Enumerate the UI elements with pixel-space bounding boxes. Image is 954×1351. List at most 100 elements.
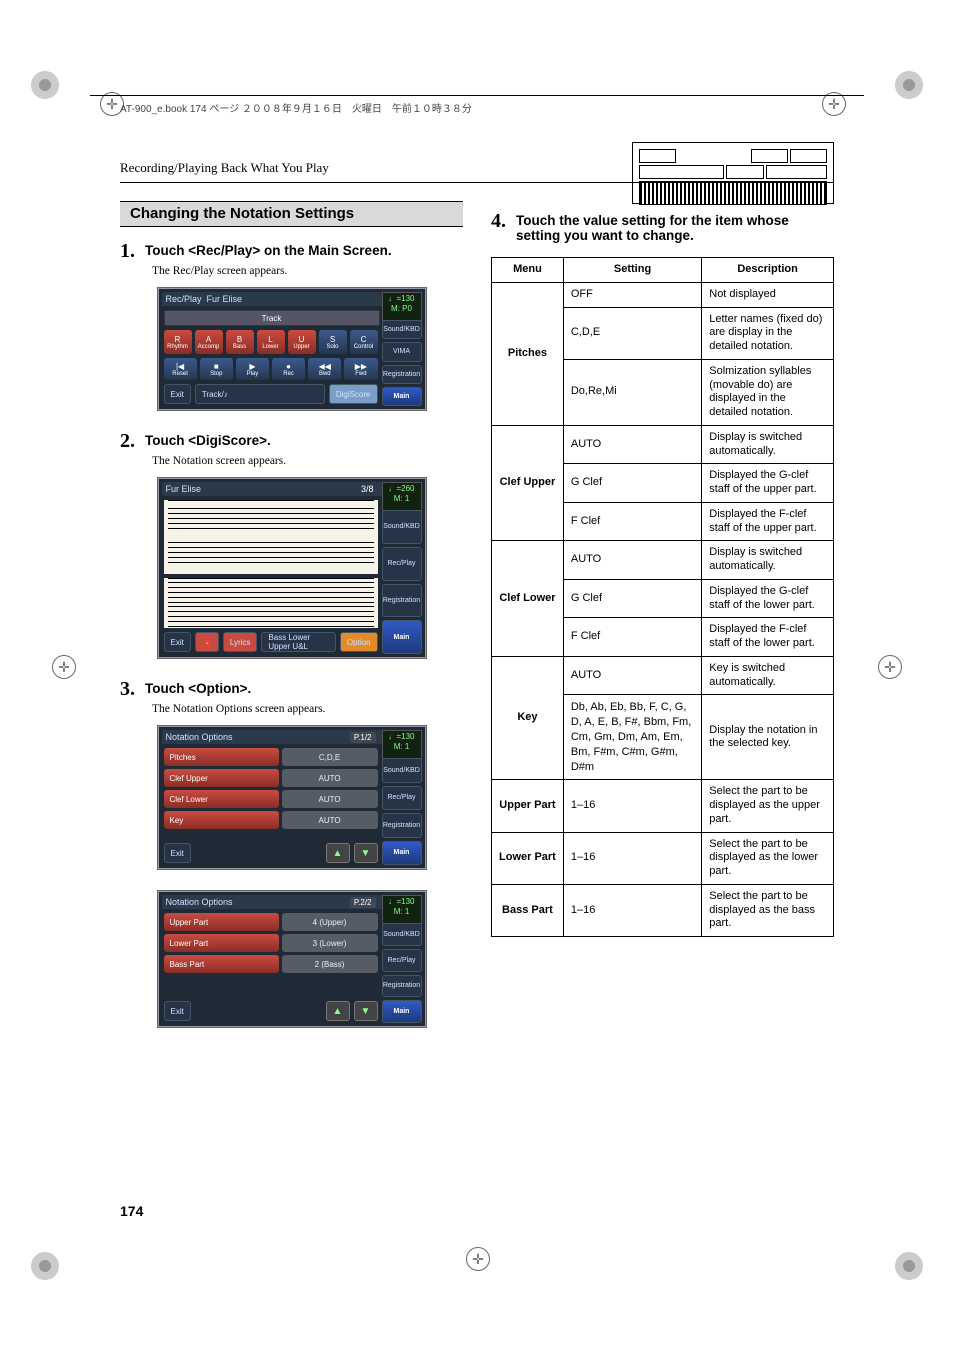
crop-mark [30, 1251, 60, 1281]
description-cell: Select the part to be displayed as the u… [702, 780, 834, 832]
side-btn: Rec/Play [382, 949, 422, 972]
option-label: Key [164, 811, 279, 829]
ui2-option: Option [340, 632, 378, 652]
ui2-exit: Exit [164, 632, 191, 652]
ui1-measure: M: P0 [391, 304, 412, 313]
step-number: 3. [120, 679, 135, 699]
setting-cell: 1–16 [563, 780, 701, 832]
setting-cell: 1–16 [563, 884, 701, 936]
menu-cell: Bass Part [492, 884, 564, 936]
menu-cell: Lower Part [492, 832, 564, 884]
ui4-tempo: ♩=130 [388, 897, 414, 906]
description-cell: Solmization syllables (movable do) are d… [702, 359, 834, 425]
transport-btn: ●Rec [272, 358, 305, 380]
option-value: AUTO [282, 811, 378, 829]
side-btn: Sound/KBD [382, 758, 422, 783]
table-row: Clef UpperAUTODisplay is switched automa… [492, 425, 834, 464]
side-btn: Registration [382, 813, 422, 838]
setting-cell: C,D,E [563, 307, 701, 359]
header-rule [90, 95, 864, 96]
col-menu: Menu [492, 258, 564, 283]
track-tile: RRhythm [164, 330, 192, 354]
track-tile: BBass [226, 330, 254, 354]
ui2-lyrics: Lyrics [223, 632, 258, 652]
ui1-track-btn: Track/♪ [195, 384, 325, 404]
step3-heading: Touch <Option>. [145, 681, 251, 696]
description-cell: Displayed the F-clef staff of the lower … [702, 618, 834, 657]
side-btn: Main [382, 387, 422, 406]
track-tile: LLower [257, 330, 285, 354]
table-row: Clef LowerAUTODisplay is switched automa… [492, 541, 834, 580]
description-cell: Display is switched automatically. [702, 541, 834, 580]
step-number: 1. [120, 241, 135, 261]
description-cell: Select the part to be displayed as the l… [702, 832, 834, 884]
menu-cell: Clef Lower [492, 541, 564, 657]
option-value: C,D,E [282, 748, 378, 766]
crop-mark [894, 70, 924, 100]
option-label: Clef Upper [164, 769, 279, 787]
page-number: 174 [120, 1203, 143, 1219]
option-value: AUTO [282, 790, 378, 808]
step-number: 4. [491, 211, 506, 231]
option-label: Clef Lower [164, 790, 279, 808]
step2-heading: Touch <DigiScore>. [145, 433, 271, 448]
side-btn: Main [382, 841, 422, 866]
header-divider [120, 182, 834, 183]
ui1-title: Rec/Play [166, 294, 202, 304]
registration-mark [52, 655, 76, 679]
transport-btn: ▶Play [236, 358, 269, 380]
setting-cell: OFF [563, 282, 701, 307]
ui2-counter: 3/8 [361, 484, 374, 494]
track-tile: UUpper [288, 330, 316, 354]
section-title: Changing the Notation Settings [120, 201, 463, 227]
menu-cell: Upper Part [492, 780, 564, 832]
transport-btn: ■Stop [200, 358, 233, 380]
running-head: Recording/Playing Back What You Play [120, 160, 834, 176]
option-value: AUTO [282, 769, 378, 787]
col-description: Description [702, 258, 834, 283]
option-label: Lower Part [164, 934, 279, 952]
up-arrow-icon: ▲ [326, 1001, 350, 1021]
setting-cell: AUTO [563, 425, 701, 464]
ui2-parts: Bass Lower Upper U&L [261, 632, 336, 652]
crop-mark [894, 1251, 924, 1281]
ui4-measure: M: 1 [394, 907, 410, 916]
ui3-title: Notation Options [166, 732, 233, 742]
menu-cell: Clef Upper [492, 425, 564, 541]
option-value: 3 (Lower) [282, 934, 378, 952]
ui1-digiscore-btn: DigiScore [329, 384, 378, 404]
table-row: Bass Part1–16Select the part to be displ… [492, 884, 834, 936]
setting-cell: G Clef [563, 579, 701, 618]
description-cell: Displayed the F-clef staff of the upper … [702, 502, 834, 541]
option-label: Bass Part [164, 955, 279, 973]
ui1-trackbar: Track [164, 310, 380, 326]
side-btn: Rec/Play [382, 547, 422, 581]
side-btn: Registration [382, 975, 422, 998]
step3-subtext: The Notation Options screen appears. [152, 703, 463, 715]
transport-btn: |◀Reset [164, 358, 197, 380]
notation-options-table: Menu Setting Description PitchesOFFNot d… [491, 257, 834, 937]
description-cell: Key is switched automatically. [702, 656, 834, 695]
table-row: PitchesOFFNot displayed [492, 282, 834, 307]
side-btn: Sound/KBD [382, 320, 422, 339]
description-cell: Select the part to be displayed as the b… [702, 884, 834, 936]
option-label: Pitches [164, 748, 279, 766]
side-btn: Rec/Play [382, 786, 422, 811]
side-btn: Main [382, 1000, 422, 1023]
ui2-tempo: ♩=260 [388, 484, 414, 493]
ui3-tempo: ♩=130 [388, 732, 414, 741]
description-cell: Display the notation in the selected key… [702, 695, 834, 780]
ui3-measure: M: 1 [394, 742, 410, 751]
col-setting: Setting [563, 258, 701, 283]
setting-cell: Db, Ab, Eb, Bb, F, C, G, D, A, E, B, F#,… [563, 695, 701, 780]
ui1-exit: Exit [164, 384, 191, 404]
transport-btn: ◀◀Bwd [308, 358, 341, 380]
track-tile: CControl [350, 330, 378, 354]
ui2-title: Fur Elise [166, 484, 202, 494]
up-arrow-icon: ▲ [326, 843, 350, 863]
ui1-tempo: ♩=130 [388, 294, 414, 303]
option-label: Upper Part [164, 913, 279, 931]
step-number: 2. [120, 431, 135, 451]
ui3-page-badge: P.1/2 [350, 732, 376, 743]
menu-cell: Pitches [492, 282, 564, 425]
